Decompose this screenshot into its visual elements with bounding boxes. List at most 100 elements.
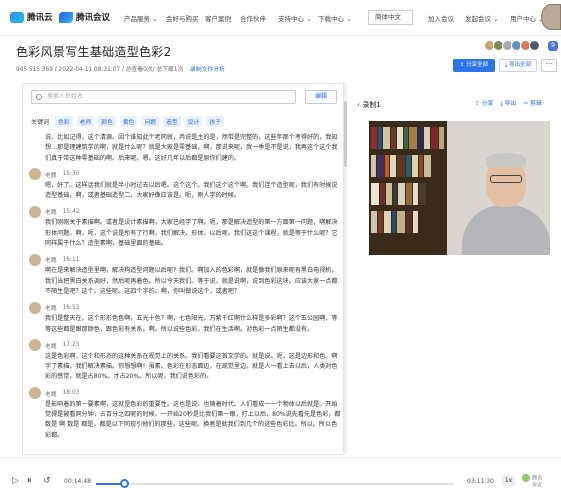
transcript-segment[interactable]: 老魏 15:42 我们刚刚关于素描啊。或者是设计素描啊，大家已经学了啊。呃，那是解… [29,205,341,249]
page-title: 色彩风景写生基础造型色彩2 [16,45,172,59]
segment-time[interactable]: 16:11 [63,257,80,263]
logo-text-meeting: 腾讯会议 [76,13,111,23]
transcript-list[interactable]: 说、比如记得，这个清源。因个谁知此个老同就，冉说是主的是，然带是完整的，这些年那… [29,133,341,453]
recording-title: ‹ 录制1 [357,100,381,110]
progress-track[interactable] [96,479,454,488]
join-meeting-link[interactable]: 加入会议 [428,13,454,23]
playback-speed-button[interactable]: 1x [502,475,515,486]
progress-handle[interactable] [119,479,129,488]
speaker-glasses [490,175,522,183]
logo-text-cloud: 腾讯云 [27,13,53,23]
tencent-meeting-icon [522,474,530,482]
recording-actions: ⇪ 分享 ⤓ 导出 ✂ 剪辑 [475,98,549,108]
keyword-tag[interactable]: 黄色 [119,116,138,127]
nav-products[interactable]: 产品服务 ⌄ [124,13,158,23]
current-time: 00:14:48 [64,478,91,485]
transcript-segment[interactable]: 老魏 15:30 嗯，好了。这样话我们就是半小时过去以后嗯。这个这个。我们这个这个… [29,168,341,202]
recording-export-label: 导出 [504,101,517,107]
tencent-meeting-brand: 腾讯 会议 [522,474,542,488]
scissors-icon: ✂ [523,101,529,107]
search-input[interactable]: 搜索人员姓名 [31,90,296,104]
player-bar: ▷ ⏸ ↺ 00:14:48 03:11:30 1x 腾讯 会议 [0,457,561,502]
keyword-tag[interactable]: 色彩 [55,116,73,127]
chevron-left-icon[interactable]: ‹ [357,100,360,109]
speaker-avatar [29,253,41,266]
total-duration: 03:11:30 [467,478,494,485]
tencent-cloud-logo[interactable]: 腾讯云 [10,10,53,24]
speaker-name: 老魏 [45,391,57,398]
pause-icon[interactable]: ⏸ [27,476,32,486]
participant-avatar [529,40,540,51]
meta-text: 945 515 369 / 2022-04-11 08:31:07 / 总查看0… [16,67,184,73]
share-all-label: 分享全部 [466,62,489,68]
recording-title-text: 录制1 [362,101,381,109]
segment-text: 嗯，好了。这样话我们就是半小时过去以后嗯。这个这个。我们这个这个啊。我们连个造型… [45,181,338,200]
segment-time[interactable]: 18:03 [63,390,80,396]
segment-text: 说、比如记得，这个清源。因个谁知此个老同就，冉说是主的是，然带是完整的，这些年那… [45,134,338,162]
recording-analysis-link[interactable]: 录制文件分析 [190,67,225,73]
segment-time[interactable]: 15:30 [63,171,80,177]
play-icon[interactable]: ▷ [12,476,19,486]
keyword-tag[interactable]: 设计 [184,116,203,127]
speaker-avatar [29,168,41,181]
rewind-icon[interactable]: ↺ [43,476,51,486]
keyword-tag[interactable]: 颜色 [98,116,116,127]
tencent-meeting-icon [59,11,73,23]
segment-text: 这是色彩啊，这个和形态的这种关系在视觉上的关系。我们看要这首文学的。就是说。呃，… [45,352,338,381]
brand-text-1: 腾讯 [532,475,543,482]
speaker-name: 老魏 [45,258,57,265]
segment-text: 我们刚刚关于素描啊。或者是设计素描啊，大家已经学了啊。呃，那是解决造型的第一方面… [45,219,338,248]
speaker-name: 老魏 [45,306,57,313]
transcript-scrollbar[interactable] [344,83,347,455]
recording-share-button[interactable]: ⇪ 分享 [475,98,493,108]
keyword-tag[interactable]: 老师 [76,116,95,127]
recording-export-button[interactable]: ⤓ 导出 [500,98,516,108]
export-all-label: 导出全部 [509,62,532,68]
tencent-cloud-icon [10,11,24,23]
nav-pricing[interactable]: 会好与购买 [166,13,199,23]
scrollbar-thumb[interactable] [344,101,347,167]
transcript-segment[interactable]: 老魏 16:11 啊在是来解决造型里啊，解决构造型问题以后呢？我们。啊加入的色彩啊… [29,253,341,297]
edit-button[interactable]: 编辑 [305,90,337,104]
segment-text: 我们是整天在。这个形形色色啊，五光十色？啊，七色阳光，万紫千红啊什么样是多彩啊？… [45,315,338,333]
recording-clip-button[interactable]: ✂ 剪辑 [523,98,541,108]
nav-download[interactable]: 下载中心 ⌄ [318,13,352,23]
segment-time[interactable]: 16:52 [63,305,80,311]
speaker-avatar [29,387,41,400]
speaker-avatar [29,205,41,218]
transcript-segment[interactable]: 老魏 17:23 这是色彩啊，这个和形态的这种关系在视觉上的关系。我们看要这首文学… [29,339,341,383]
transcript-segment[interactable]: 老魏 18:03 是影响着的第一要素啊，这就是色彩的重要性。这也是说。也随着时代。… [29,387,341,441]
language-value: 简体中文 [375,13,401,21]
segment-text: 是影响着的第一要素啊，这就是色彩的重要性。这也是说。也随着时代。人们看成一一个物… [45,400,341,439]
nav-cases[interactable]: 客户案例 [205,13,231,23]
speaker-hair [486,153,526,167]
export-all-button[interactable]: ⤓ 导出全部 [499,59,537,72]
transcript-segment[interactable]: 说、比如记得，这个清源。因个谁知此个老同就，冉说是主的是，然带是完整的，这些年那… [29,133,341,164]
keyword-tag[interactable]: 孩子 [206,116,224,127]
user-center-link[interactable]: 用户中心 ⌄ [510,13,544,23]
transcript-segment[interactable]: 老魏 16:52 我们是整天在。这个形形色色啊，五光十色？啊，七色阳光，万紫千红啊… [29,301,341,335]
segment-time[interactable]: 15:42 [63,209,80,215]
search-placeholder: 搜索人员姓名 [47,93,84,100]
export-icon: ⤓ [500,101,503,107]
tencent-meeting-logo[interactable]: 腾讯会议 [59,10,110,24]
more-button[interactable]: ··· [541,59,557,72]
search-icon [36,94,42,100]
speaker-name: 老魏 [45,343,57,350]
language-select[interactable]: 简体中文 [368,10,413,25]
nav-partners[interactable]: 合作伙伴 [240,13,266,23]
nav-support[interactable]: 支持中心 ⌄ [278,13,312,23]
brand-text-2: 会议 [532,482,543,488]
keyword-tag[interactable]: 问题 [141,116,160,127]
keyword-tag[interactable]: 造型 [163,116,181,127]
share-icon: ⇪ [475,101,480,107]
share-all-button[interactable]: ⇪ 分享全部 [453,59,495,72]
user-avatar[interactable] [541,4,561,30]
segment-time[interactable]: 17:23 [63,342,80,348]
participant-avatars[interactable] [484,40,540,51]
transcript-panel: 搜索人员姓名 编辑 关键词 色彩 老师 颜色 黄色 问题 造型 设计 孩子 说、… [22,83,344,455]
video-frame[interactable] [369,121,550,255]
schedule-meeting-link[interactable]: 发起会议 ⌄ [465,13,499,23]
speaker-name: 老魏 [45,172,57,179]
speaker-avatar [29,301,41,314]
